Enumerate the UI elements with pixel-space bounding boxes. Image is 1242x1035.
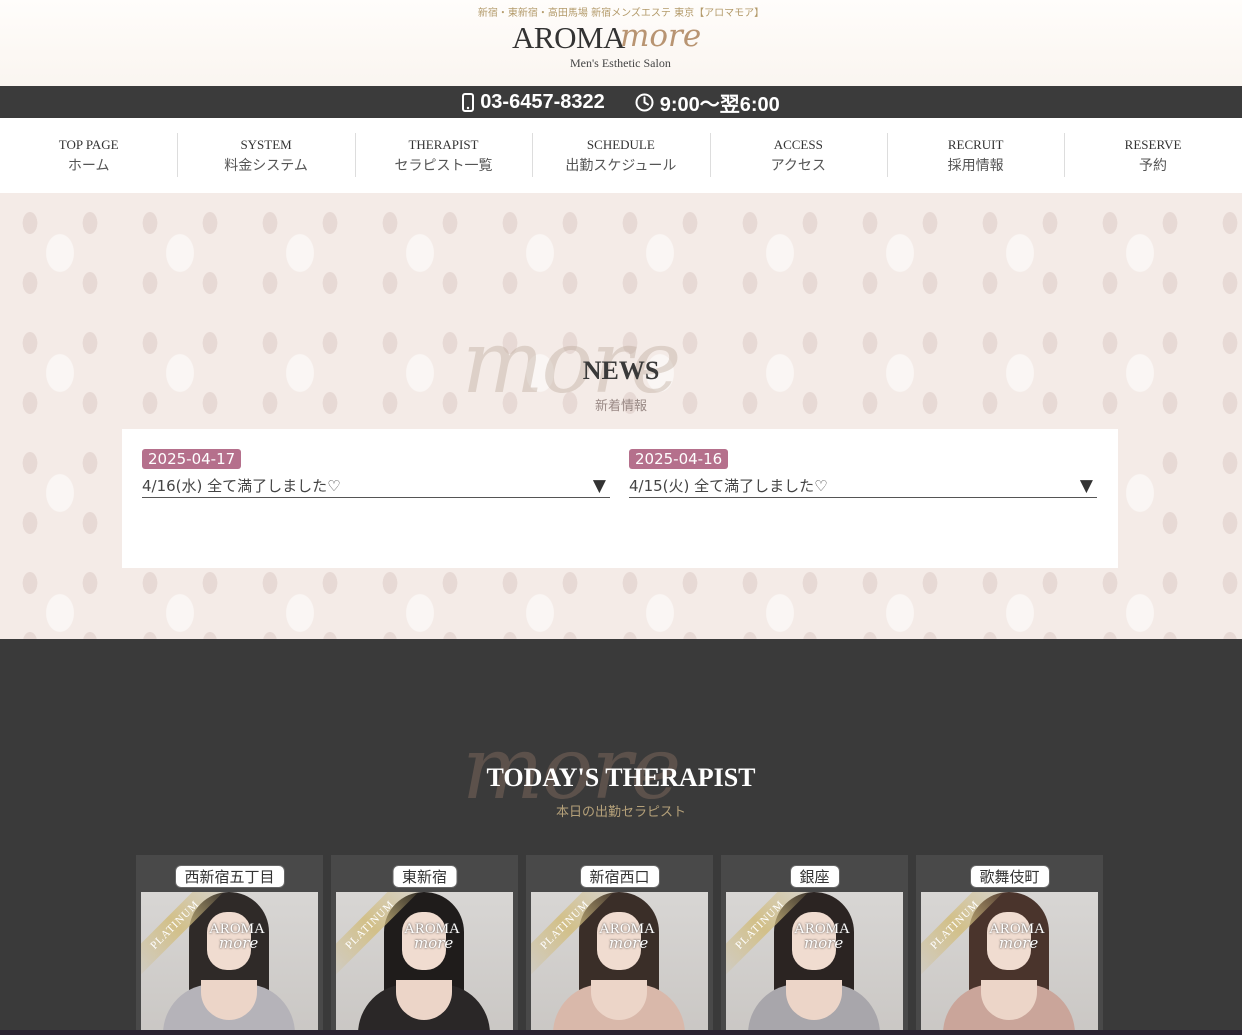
therapist-card-list: 西新宿五丁目 PLATINUM AROMA more 東新宿 PLATINUM AROMA m… xyxy=(136,855,1103,1035)
news-headline-row[interactable]: 4/15(火) 全て満了しました♡ ▼ xyxy=(629,475,1097,498)
nav-item-recruit[interactable]: RECRUIT 採用情報 xyxy=(886,118,1064,193)
therapist-card[interactable]: 西新宿五丁目 PLATINUM AROMA more xyxy=(136,855,323,1035)
therapist-photo[interactable]: PLATINUM AROMA more xyxy=(336,892,513,1035)
phone-number: 03-6457-8322 xyxy=(480,90,605,113)
therapist-subtitle: 本日の出勤セラピスト xyxy=(555,805,686,820)
nav-label-en: RESERVE xyxy=(1124,136,1182,152)
smartphone-icon xyxy=(462,92,475,112)
nav-label-en: TOP PAGE xyxy=(58,136,119,152)
therapist-photo[interactable]: PLATINUM AROMA more xyxy=(921,892,1098,1035)
contact-bar: 03-6457-8322 9:00〜翌6:00 xyxy=(0,86,1242,118)
therapist-card[interactable]: 東新宿 PLATINUM AROMA more xyxy=(331,855,518,1035)
news-date-badge: 2025-04-16 xyxy=(629,449,729,469)
nav-item-access[interactable]: ACCESS アクセス xyxy=(709,118,887,193)
watermark-script: more xyxy=(999,934,1039,952)
photo-watermark: AROMA more xyxy=(599,922,655,952)
photo-watermark: AROMA more xyxy=(989,922,1045,952)
business-hours: 9:00〜翌6:00 xyxy=(635,88,780,117)
photo-watermark: AROMA more xyxy=(209,922,265,952)
watermark-script: more xyxy=(219,934,259,952)
area-badge: 西新宿五丁目 xyxy=(174,865,285,888)
clock-icon xyxy=(635,93,654,111)
nav-label-en: ACCESS xyxy=(773,136,823,152)
nav-item-top[interactable]: TOP PAGE ホーム xyxy=(0,118,177,193)
news-headline: 4/16(水) 全て満了しました♡ xyxy=(142,477,341,495)
site-header: 新宿・東新宿・高田馬場 新宿メンズエステ 東京【アロマモア】 AROMA mor… xyxy=(0,0,1242,86)
site-tagline: 新宿・東新宿・高田馬場 新宿メンズエステ 東京【アロマモア】 xyxy=(477,8,765,19)
site-logo[interactable]: AROMA more Men's Esthetic Salon xyxy=(510,18,732,76)
watermark-script: more xyxy=(609,934,649,952)
nav-item-schedule[interactable]: SCHEDULE 出勤スケジュール xyxy=(532,118,709,193)
nav-label-jp: アクセス xyxy=(770,157,826,174)
nav-label-jp: 料金システム xyxy=(224,157,308,174)
nav-label-en: SYSTEM xyxy=(240,136,292,152)
therapist-title: TODAY'S THERAPIST xyxy=(486,763,756,792)
nav-item-reserve[interactable]: RESERVE 予約 xyxy=(1064,118,1241,193)
news-headline-row[interactable]: 4/16(水) 全て満了しました♡ ▼ xyxy=(142,475,610,498)
therapist-card[interactable]: 新宿西口 PLATINUM AROMA more xyxy=(526,855,713,1035)
nav-item-therapist[interactable]: THERAPIST セラピスト一覧 xyxy=(354,118,532,193)
logo-script-text: more xyxy=(620,18,702,54)
photo-watermark: AROMA more xyxy=(794,922,850,952)
footer-edge xyxy=(0,1030,1242,1035)
nav-label-en: THERAPIST xyxy=(408,136,479,152)
news-headline: 4/15(火) 全て満了しました♡ xyxy=(629,477,828,495)
therapist-section: more TODAY'S THERAPIST 本日の出勤セラピスト 西新宿五丁目… xyxy=(0,639,1242,1035)
therapist-photo[interactable]: PLATINUM AROMA more xyxy=(726,892,903,1035)
nav-label-en: SCHEDULE xyxy=(586,136,655,152)
watermark-script: more xyxy=(414,934,454,952)
nav-label-jp: 採用情報 xyxy=(947,157,1004,174)
news-item[interactable]: 2025-04-17 4/16(水) 全て満了しました♡ ▼ xyxy=(142,449,610,498)
photo-watermark: AROMA more xyxy=(404,922,460,952)
news-date-badge: 2025-04-17 xyxy=(142,449,242,469)
nav-label-jp: セラピスト一覧 xyxy=(394,157,493,174)
nav-label-jp: ホーム xyxy=(67,157,110,174)
phone-link[interactable]: 03-6457-8322 xyxy=(462,91,605,114)
therapist-photo[interactable]: PLATINUM AROMA more xyxy=(141,892,318,1035)
hours-text: 9:00〜翌6:00 xyxy=(659,93,780,116)
area-badge: 銀座 xyxy=(789,865,840,888)
nav-label-en: RECRUIT xyxy=(947,136,1004,152)
nav-label-jp: 出勤スケジュール xyxy=(565,157,677,174)
news-item[interactable]: 2025-04-16 4/15(火) 全て満了しました♡ ▼ xyxy=(629,449,1097,498)
therapist-card[interactable]: 銀座 PLATINUM AROMA more xyxy=(721,855,908,1035)
area-badge: 東新宿 xyxy=(391,865,458,888)
nav-item-system[interactable]: SYSTEM 料金システム xyxy=(177,118,354,193)
area-badge: 新宿西口 xyxy=(579,865,660,888)
news-section: more NEWS 新着情報 2025-04-17 4/16(水) 全て満了しま… xyxy=(0,193,1242,639)
logo-main-text: AROMA xyxy=(512,20,625,55)
news-title: NEWS xyxy=(582,356,660,385)
expand-arrow-icon[interactable]: ▼ xyxy=(593,476,610,496)
therapist-card[interactable]: 歌舞伎町 PLATINUM AROMA more xyxy=(916,855,1103,1035)
area-badge: 歌舞伎町 xyxy=(969,865,1050,888)
main-nav: TOP PAGE ホーム SYSTEM 料金システム THERAPIST セラピ… xyxy=(0,118,1242,193)
news-list: 2025-04-17 4/16(水) 全て満了しました♡ ▼ 2025-04-1… xyxy=(122,429,1118,568)
nav-label-jp: 予約 xyxy=(1139,157,1168,174)
watermark-script: more xyxy=(804,934,844,952)
news-subtitle: 新着情報 xyxy=(594,399,647,414)
expand-arrow-icon[interactable]: ▼ xyxy=(1080,476,1097,496)
logo-subtitle: Men's Esthetic Salon xyxy=(570,56,671,70)
therapist-photo[interactable]: PLATINUM AROMA more xyxy=(531,892,708,1035)
